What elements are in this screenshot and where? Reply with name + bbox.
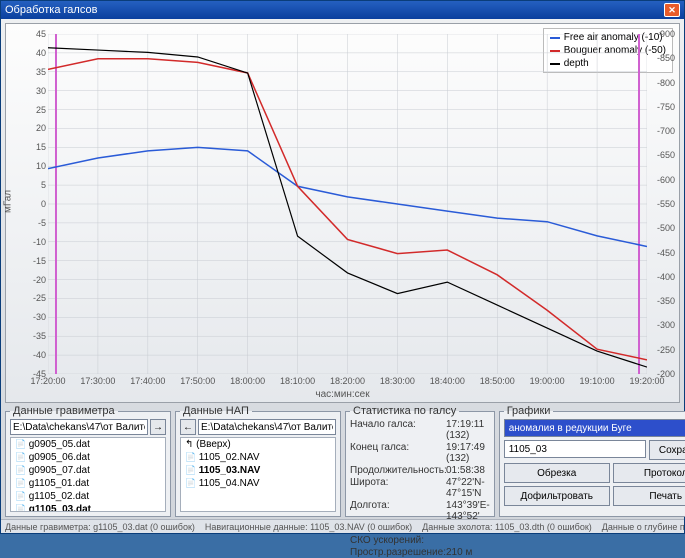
list-item[interactable]: 1105_02.NAV: [181, 451, 335, 464]
x-ticks: 17:20:0017:30:0017:40:0017:50:0018:00:00…: [48, 376, 647, 388]
stat-grid: Начало галса:17:19:11 (132)Конец галса:1…: [350, 419, 490, 558]
trim-button[interactable]: Обрезка: [504, 463, 610, 483]
panel-graphics: Графики аномалия в редукции Буге ▾ Сохра…: [499, 405, 685, 517]
stat-key: Конец галса:: [350, 442, 446, 464]
y-ticks-right: -900-850-800-750-700-650-600-550-500-450…: [649, 34, 675, 374]
stat-value: [446, 535, 490, 546]
grav-file-list[interactable]: g0905_05.datg0905_06.datg0905_07.datg110…: [10, 437, 166, 512]
nav-back-button[interactable]: ←: [180, 419, 196, 435]
list-item[interactable]: 1105_03.NAV: [181, 464, 335, 477]
x-axis-label: час:мин:сек: [315, 389, 369, 400]
statusbar: Данные гравиметра: g1105_03.dat (0 ошибо…: [1, 519, 684, 533]
stat-key: Начало галса:: [350, 419, 446, 441]
stat-key: Продолжительность:: [350, 465, 446, 476]
content-area: Free air anomaly (-10) Bouguer anomaly (…: [1, 19, 684, 533]
status-grav: Данные гравиметра: g1105_03.dat (0 ошибо…: [5, 522, 195, 532]
list-item[interactable]: g0905_06.dat: [11, 451, 165, 464]
protocol-button[interactable]: Протокол: [613, 463, 685, 483]
plot-canvas: [48, 34, 647, 374]
nav-file-list[interactable]: (Вверх)1105_02.NAV1105_03.NAV1105_04.NAV: [180, 437, 336, 512]
stat-value: 01:58:38: [446, 465, 490, 476]
bottom-panels: Данные гравиметра → g0905_05.datg0905_06…: [1, 405, 684, 519]
filter-button[interactable]: Дофильтровать: [504, 486, 610, 506]
list-item[interactable]: 1105_04.NAV: [181, 477, 335, 490]
stat-value: 19:17:49 (132): [446, 442, 490, 464]
list-item[interactable]: g1105_02.dat: [11, 490, 165, 503]
panel-gravimeter: Данные гравиметра → g0905_05.datg0905_06…: [5, 405, 171, 517]
nav-path-input[interactable]: [198, 419, 336, 435]
stat-value: 47°22'N-47°15'N: [446, 477, 490, 499]
stat-key: СКО ускорений:: [350, 535, 446, 546]
close-icon[interactable]: ✕: [664, 3, 680, 17]
window-title: Обработка галсов: [5, 4, 664, 16]
panel-title: Статистика по галсу: [350, 405, 459, 417]
app-window: Обработка галсов ✕ Free air anomaly (-10…: [0, 0, 685, 534]
grav-browse-button[interactable]: →: [150, 419, 166, 435]
titlebar[interactable]: Обработка галсов ✕: [1, 1, 684, 19]
y-axis-label: мГал: [3, 190, 14, 213]
stat-key: Широта:: [350, 477, 446, 499]
list-item[interactable]: g1105_03.dat: [11, 503, 165, 512]
panel-title: Данные НАП: [180, 405, 252, 417]
panel-title: Данные гравиметра: [10, 405, 118, 417]
panel-title: Графики: [504, 405, 554, 417]
print-button[interactable]: Печать: [613, 486, 685, 506]
stat-value: 210 м: [446, 547, 490, 558]
status-depth: Данные о глубине погружения: Нет данных: [602, 522, 684, 532]
panel-nav: Данные НАП ← (Вверх)1105_02.NAV1105_03.N…: [175, 405, 341, 517]
chart-area: Free air anomaly (-10) Bouguer anomaly (…: [5, 23, 680, 403]
status-nav: Навигационные данные: 1105_03.NAV (0 оши…: [205, 522, 412, 532]
list-item[interactable]: g0905_05.dat: [11, 438, 165, 451]
list-item[interactable]: g1105_01.dat: [11, 477, 165, 490]
list-item-up[interactable]: (Вверх): [181, 438, 335, 451]
panel-statistics: Статистика по галсу Начало галса:17:19:1…: [345, 405, 495, 517]
list-item[interactable]: g0905_07.dat: [11, 464, 165, 477]
combo-value: аномалия в редукции Буге: [509, 423, 632, 434]
graph-type-combo[interactable]: аномалия в редукции Буге ▾: [504, 419, 685, 437]
status-echo: Данные эхолота: 1105_03.dth (0 ошибок): [422, 522, 592, 532]
grav-path-input[interactable]: [10, 419, 148, 435]
stat-value: 17:19:11 (132): [446, 419, 490, 441]
stat-key: Простр.разрешение:: [350, 547, 446, 558]
y-ticks-left: 454035302520151050-5-10-15-20-25-30-35-4…: [24, 34, 46, 374]
save-button[interactable]: Сохранить: [649, 440, 685, 460]
graph-name-input[interactable]: [504, 440, 646, 458]
